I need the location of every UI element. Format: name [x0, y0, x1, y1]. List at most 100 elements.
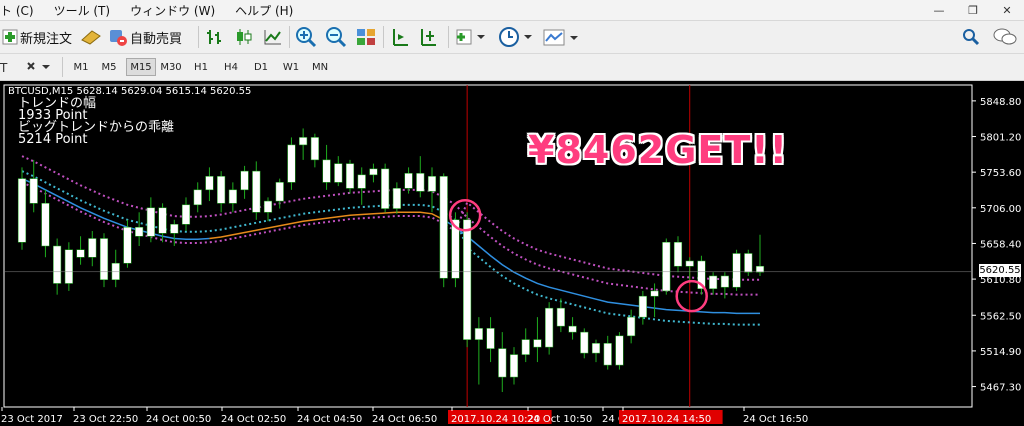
candle-body: [217, 176, 226, 204]
templates-button[interactable]: [542, 25, 578, 49]
menu-help[interactable]: ヘルプ (H): [225, 2, 303, 19]
close-button[interactable]: ✕: [990, 0, 1024, 20]
candle-body: [17, 178, 27, 243]
candle-body: [533, 339, 542, 348]
timeframe-m5[interactable]: M5: [98, 59, 120, 75]
price-tick-label: 5753.60: [980, 168, 1021, 179]
candle-body: [545, 307, 554, 348]
chat-icon: [993, 28, 1017, 45]
moving-average-line: [443, 219, 760, 315]
candle-body: [474, 328, 483, 340]
chat-button[interactable]: [992, 25, 1018, 49]
bar-chart-button[interactable]: [204, 25, 226, 49]
candlestick-button[interactable]: [233, 25, 255, 49]
menu-window[interactable]: ウィンドウ (W): [120, 2, 225, 19]
new-order-label: 新規注文: [20, 31, 73, 47]
arrows-button[interactable]: [24, 59, 54, 75]
auto-scroll-button[interactable]: [390, 25, 412, 49]
candle-body: [88, 238, 97, 258]
time-tick-label: 23 Oct 22:50: [73, 414, 138, 425]
line-chart-icon: [264, 30, 281, 45]
arrows-icon: [27, 62, 50, 70]
candle-body: [228, 189, 237, 204]
candle-body: [662, 242, 671, 292]
timeframe-w1[interactable]: W1: [280, 59, 302, 75]
auto-trade-label: 自動売買: [130, 31, 183, 47]
zoom-out-icon: [326, 27, 347, 48]
toolbar-separator: [198, 26, 199, 48]
band-lower: [21, 170, 760, 326]
chart-shift-icon: [421, 29, 436, 46]
restore-button[interactable]: ❐: [956, 0, 990, 20]
timeframe-h4[interactable]: H4: [220, 59, 242, 75]
moving-average-line: [21, 177, 210, 241]
timeframe-m15[interactable]: M15: [126, 58, 156, 76]
timeframe-m30[interactable]: M30: [158, 59, 184, 75]
candle-body: [392, 188, 401, 209]
candle-body: [193, 189, 202, 206]
minimize-button[interactable]: —: [922, 0, 956, 20]
timeframe-m1[interactable]: M1: [70, 59, 92, 75]
candle-body: [685, 260, 694, 267]
candle-body: [357, 174, 366, 189]
candle-body: [650, 290, 659, 297]
current-price-label: 5620.55: [979, 264, 1021, 277]
line-chart-button[interactable]: [262, 25, 284, 49]
candle-body: [404, 173, 413, 189]
auto-trade-button[interactable]: 自動売買: [108, 25, 182, 49]
time-tick-label: 24 Oct 06:50: [372, 414, 437, 425]
chart-shift-button[interactable]: [418, 25, 440, 49]
promo-text: ¥8462GET!!: [528, 128, 788, 172]
candle-body: [53, 245, 62, 284]
tile-windows-button[interactable]: [355, 25, 377, 49]
time-tick-label: 2017.10.24 14:50: [622, 414, 711, 425]
menu-bar: ト (C) ツール (T) ウィンドウ (W) ヘルプ (H) — ❐ ✕: [0, 0, 1024, 21]
metaeditor-button[interactable]: [80, 25, 102, 49]
toolbar-separator: [289, 26, 290, 48]
menu-chart[interactable]: ト (C): [0, 2, 44, 19]
candle-body: [732, 253, 741, 288]
time-tick-label: 23 Oct 2017: [1, 414, 63, 425]
clock-icon: [499, 27, 532, 47]
menu-tools[interactable]: ツール (T): [44, 2, 121, 19]
timeframe-h1[interactable]: H1: [190, 59, 212, 75]
indicators-button[interactable]: [455, 25, 485, 49]
candle-body: [345, 163, 355, 189]
candle-body: [181, 204, 191, 225]
candle-body: [556, 307, 565, 327]
toolbar-separator: [62, 57, 63, 77]
candle-body: [439, 176, 448, 279]
price-tick-label: 5848.80: [980, 97, 1021, 108]
zoom-in-button[interactable]: [295, 25, 317, 49]
exit-marker-circle: [675, 279, 708, 313]
periods-button[interactable]: [498, 25, 532, 49]
time-tick-label: 24 Oct 10:50: [527, 414, 592, 425]
timeframe-d1[interactable]: D1: [250, 59, 272, 75]
price-tick-label: 5706.00: [980, 204, 1021, 215]
candle-body: [416, 173, 425, 192]
candle-body: [603, 343, 612, 366]
text-tool-icon: T: [0, 61, 8, 75]
tile-windows-icon: [357, 29, 375, 45]
candle-body: [29, 178, 38, 204]
zoom-out-button[interactable]: [325, 25, 347, 49]
candle-body: [287, 144, 296, 183]
overlay-deviation-value: 5214 Point: [18, 132, 88, 147]
price-tick-label: 5467.30: [980, 383, 1021, 394]
time-tick-label: 24 Oct 04:50: [297, 414, 362, 425]
new-order-icon: [2, 29, 18, 45]
candle-body: [521, 339, 530, 355]
candle-body: [111, 262, 120, 280]
candle-body: [498, 348, 507, 378]
auto-trade-icon: [110, 30, 127, 46]
candle-body: [486, 328, 495, 349]
time-tick-label: 24 Oct 16:50: [743, 414, 808, 425]
search-button[interactable]: [962, 25, 980, 49]
timeframe-mn[interactable]: MN: [308, 59, 332, 75]
price-chart[interactable]: 5848.80 5801.20 5753.60 5706.00 5658.40 5610.…: [0, 81, 1024, 426]
new-order-button[interactable]: 新規注文: [2, 25, 72, 49]
bar-chart-icon: [207, 30, 221, 44]
crosshair-button[interactable]: T: [0, 59, 10, 75]
candle-body: [99, 238, 109, 280]
candle-body: [755, 265, 765, 273]
